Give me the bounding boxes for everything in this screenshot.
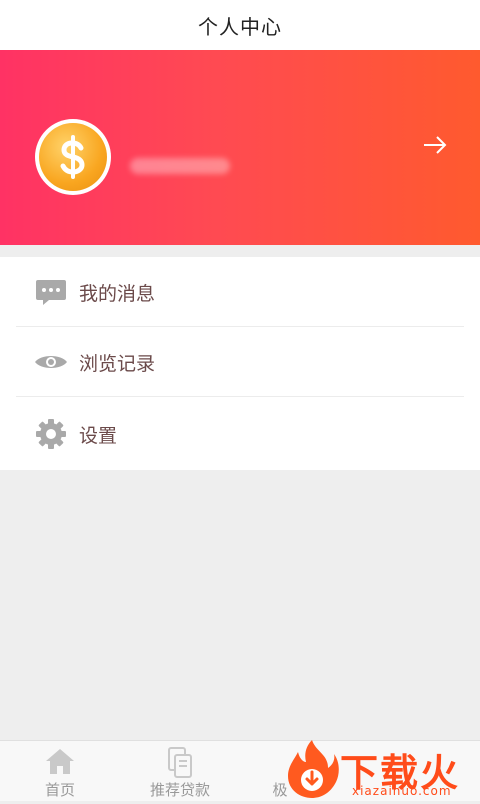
- menu-list: 我的消息 浏览记录 设置: [0, 257, 480, 470]
- avatar[interactable]: [35, 119, 111, 195]
- page-title: 个人中心: [198, 14, 282, 39]
- menu-item-settings[interactable]: 设置: [0, 399, 480, 469]
- watermark-subtitle: xiazaihuo.com: [352, 784, 452, 798]
- username-placeholder: [130, 158, 230, 174]
- menu-item-label: 浏览记录: [79, 352, 156, 375]
- tab-home[interactable]: 首页: [5, 741, 115, 801]
- menu-item-label: 我的消息: [79, 282, 156, 305]
- divider: [16, 396, 464, 397]
- section-gap: [0, 245, 480, 257]
- arrow-right-icon[interactable]: [422, 132, 448, 158]
- flame-logo-icon: [282, 738, 342, 800]
- profile-banner[interactable]: [0, 50, 480, 245]
- menu-item-history[interactable]: 浏览记录: [0, 327, 480, 397]
- eye-icon: [34, 345, 68, 379]
- tab-recommended-loans[interactable]: 推荐贷款: [125, 741, 235, 801]
- tab-label: 推荐贷款: [149, 781, 210, 799]
- tab-label: 首页: [44, 781, 75, 799]
- menu-item-messages[interactable]: 我的消息: [0, 257, 480, 327]
- home-icon: [45, 747, 75, 779]
- watermark: 下载火 xiazaihuo.com: [282, 738, 480, 800]
- dollar-coin-icon: [39, 123, 107, 191]
- menu-item-label: 设置: [79, 424, 118, 447]
- gear-icon: [34, 417, 68, 451]
- top-header: 个人中心: [0, 0, 480, 50]
- cards-icon: [165, 747, 195, 783]
- message-icon: [34, 275, 68, 309]
